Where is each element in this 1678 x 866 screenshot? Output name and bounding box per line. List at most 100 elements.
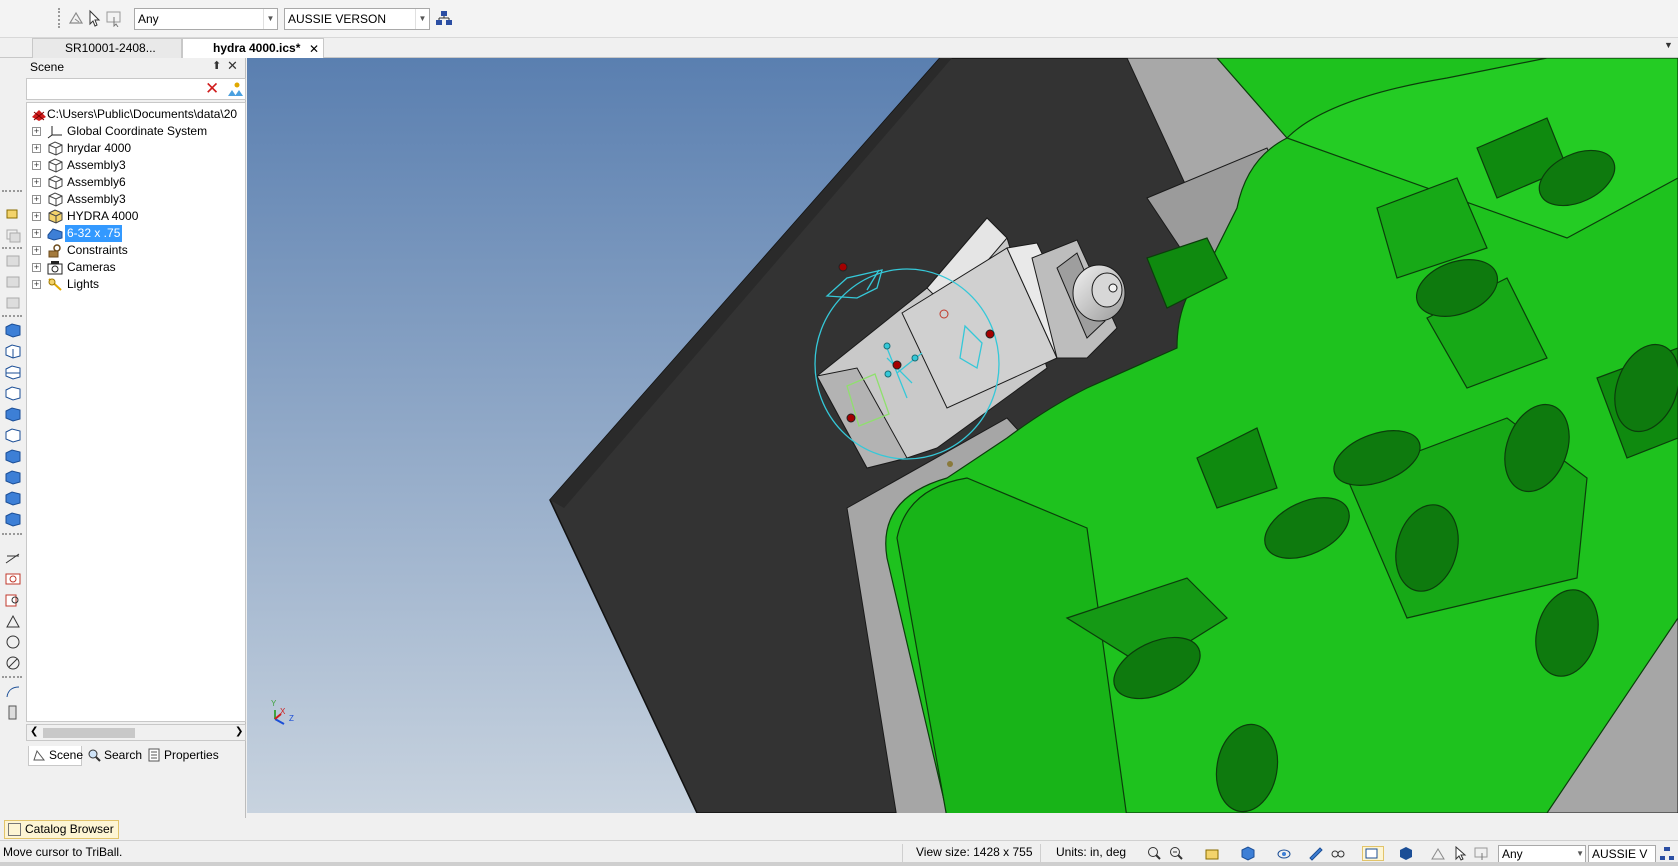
tree-item-hydra-4000[interactable]: + HYDRA 4000 <box>27 208 245 225</box>
tree-item-label: C:\Users\Public\Documents\data\20 <box>47 107 238 121</box>
close-icon[interactable]: ✕ <box>309 40 319 59</box>
copy-part-icon[interactable] <box>4 227 22 243</box>
tree-item-assembly3[interactable]: + Assembly3 <box>27 157 245 174</box>
section-icon[interactable] <box>1308 846 1324 861</box>
status-configuration-select[interactable]: AUSSIE V <box>1588 845 1656 863</box>
link-icon[interactable] <box>4 295 22 311</box>
pick-filter-icon[interactable] <box>1474 846 1490 861</box>
assembly-icon <box>47 141 63 156</box>
configuration-manager-icon[interactable] <box>434 8 454 28</box>
shell-icon[interactable] <box>4 490 22 506</box>
tab-scene[interactable]: Scene <box>28 746 83 766</box>
scene-canvas[interactable]: Y X Z <box>247 58 1678 813</box>
chevron-left-icon[interactable]: ❮ <box>30 726 38 737</box>
measure-distance-icon[interactable] <box>4 655 22 671</box>
expand-icon[interactable]: + <box>32 229 41 238</box>
extrude-icon[interactable] <box>4 343 22 359</box>
box-icon[interactable] <box>4 322 22 338</box>
new-link-icon[interactable] <box>225 80 243 98</box>
view-cube-icon[interactable] <box>1240 846 1256 861</box>
tab-label: Search <box>104 748 143 762</box>
status-separator <box>902 844 903 862</box>
expand-icon[interactable]: + <box>32 263 41 272</box>
smartsnap-icon[interactable] <box>4 206 22 222</box>
scene-tree-horizontal-scrollbar[interactable]: ❮ ❯ <box>26 724 246 741</box>
tab-search[interactable]: Search <box>84 746 142 766</box>
add-thickness-icon[interactable] <box>4 427 22 443</box>
catalog-browser-button[interactable]: Catalog Browser <box>4 820 119 839</box>
tree-item-constraints[interactable]: + Constraints <box>27 242 245 259</box>
zoom-icon[interactable] <box>1146 846 1162 861</box>
configuration-manager-icon[interactable] <box>1659 846 1675 861</box>
view-settings-icon[interactable] <box>1398 846 1414 861</box>
light-icon[interactable] <box>4 592 22 608</box>
measure-angle-icon[interactable] <box>4 613 22 629</box>
mirror-icon[interactable] <box>4 274 22 290</box>
lights-toggle-icon[interactable] <box>1330 846 1346 861</box>
filter-select[interactable]: Any ▼ <box>134 8 278 30</box>
tree-item-hrydar-4000[interactable]: + hrydar 4000 <box>27 140 245 157</box>
pointer-icon[interactable] <box>1452 845 1468 861</box>
orbit-icon[interactable] <box>1276 846 1292 861</box>
expand-icon[interactable]: + <box>32 246 41 255</box>
tree-item-assembly3-second[interactable]: + Assembly3 <box>27 191 245 208</box>
expand-icon[interactable]: + <box>32 195 41 204</box>
close-icon[interactable]: ✕ <box>227 58 238 74</box>
expand-icon[interactable]: + <box>32 178 41 187</box>
chevron-down-icon[interactable]: ▼ <box>263 9 277 29</box>
display-mode-icon[interactable] <box>1362 846 1384 861</box>
expand-icon[interactable]: + <box>32 144 41 153</box>
expand-icon[interactable]: + <box>32 212 41 221</box>
face-draft-icon[interactable] <box>4 511 22 527</box>
tab-hydra-4000[interactable]: hydra 4000.ics* ✕ <box>182 38 324 58</box>
ruler-icon[interactable] <box>4 704 22 720</box>
tab-properties[interactable]: Properties <box>144 746 228 766</box>
scrollbar-thumb[interactable] <box>43 728 135 738</box>
pin-icon[interactable]: ⬆ <box>212 59 221 72</box>
expand-icon[interactable]: + <box>32 127 41 136</box>
zoom-window-icon[interactable] <box>1168 846 1184 861</box>
taskbar-strip <box>0 862 1678 866</box>
light-icon <box>47 277 63 292</box>
expand-icon[interactable]: + <box>32 280 41 289</box>
smart-dimension-icon[interactable] <box>4 683 22 699</box>
chevron-right-icon[interactable]: ❯ <box>235 726 243 737</box>
chamfer-icon[interactable] <box>4 469 22 485</box>
scene-panel-title: Scene <box>30 60 65 74</box>
toolbar-grip[interactable] <box>2 190 22 196</box>
delete-icon[interactable]: ✕ <box>205 80 221 98</box>
tree-item-label: Assembly3 <box>67 158 126 172</box>
expand-icon[interactable]: + <box>32 161 41 170</box>
tree-item-assembly6[interactable]: + Assembly6 <box>27 174 245 191</box>
tab-sr10001[interactable]: SR10001-2408... 1.ics* <box>32 38 182 74</box>
tree-item-cameras[interactable]: + Cameras <box>27 259 245 276</box>
chevron-down-icon[interactable]: ▼ <box>415 9 429 29</box>
render-mode-icon[interactable] <box>1204 846 1220 861</box>
measure-circle-icon[interactable] <box>4 634 22 650</box>
camera-icon[interactable] <box>4 571 22 587</box>
sweep-icon[interactable] <box>4 385 22 401</box>
panel-bottom-tabs: Scene Search Properties <box>26 742 246 768</box>
tree-item-root[interactable]: C:\Users\Public\Documents\data\20 <box>27 106 245 123</box>
tree-item-6-32-x-75[interactable]: + 6-32 x .75 <box>27 225 245 242</box>
array-icon[interactable] <box>4 253 22 269</box>
tree-item-label: 6-32 x .75 <box>65 225 123 242</box>
3d-viewport[interactable]: Y X Z <box>247 58 1678 813</box>
select-parent-icon[interactable] <box>66 8 86 28</box>
tree-item-lights[interactable]: + Lights <box>27 276 245 293</box>
status-filter-select[interactable]: Any ▼ <box>1498 845 1586 863</box>
blend-icon[interactable] <box>4 448 22 464</box>
catalog-browser-bar: Catalog Browser <box>0 818 1678 840</box>
sketch-line-icon[interactable] <box>4 550 22 566</box>
spin-icon[interactable] <box>4 364 22 380</box>
tree-item-global-coordinate-system[interactable]: + Global Coordinate System <box>27 123 245 140</box>
catalog-browser-label: Catalog Browser <box>25 822 114 836</box>
pick-filter-icon[interactable] <box>104 8 124 28</box>
toolbar-grip[interactable] <box>58 8 61 28</box>
pointer-icon[interactable] <box>84 8 104 28</box>
loft-icon[interactable] <box>4 406 22 422</box>
chevron-down-icon[interactable]: ▼ <box>1576 846 1584 862</box>
configuration-select[interactable]: AUSSIE VERSON ▼ <box>284 8 430 30</box>
select-parent-icon[interactable] <box>1430 846 1446 861</box>
tab-list-chevron-icon[interactable]: ▼ <box>1664 40 1673 50</box>
